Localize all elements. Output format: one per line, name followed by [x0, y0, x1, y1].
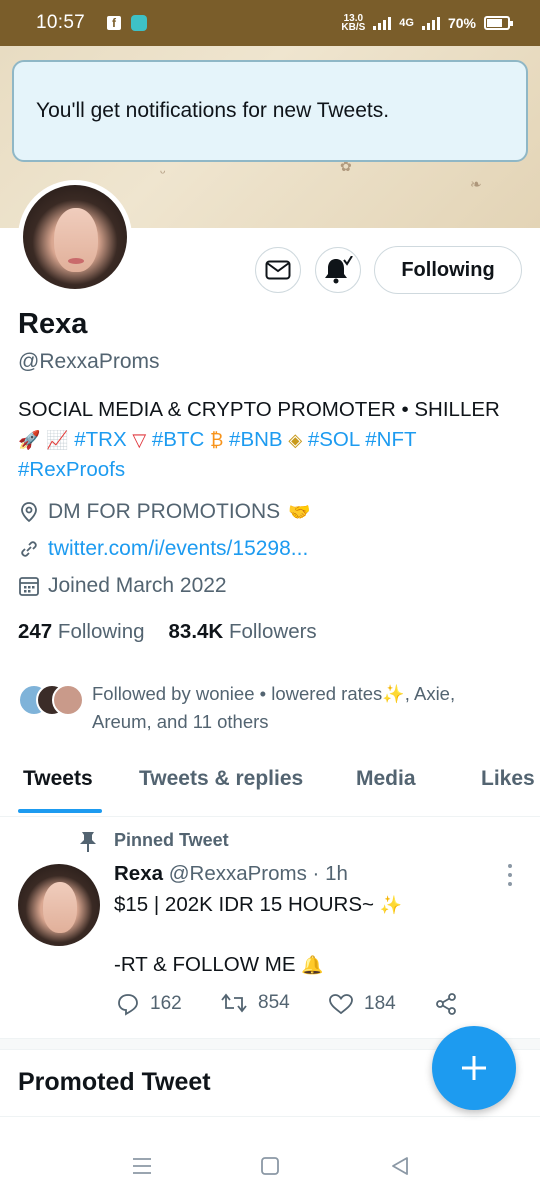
hashtag-btc[interactable]: #BTC	[152, 428, 204, 451]
active-tab-indicator	[18, 809, 102, 813]
profile-tabs: Tweets Tweets & replies Media Likes	[0, 755, 540, 817]
share-button[interactable]	[434, 992, 458, 1016]
more-options-icon[interactable]	[505, 864, 515, 886]
avatar-image	[23, 185, 127, 289]
message-button[interactable]	[255, 247, 301, 293]
hashtag-trx[interactable]: #TRX	[74, 428, 126, 451]
mail-icon	[265, 260, 291, 280]
website-row: twitter.com/i/events/15298...	[18, 537, 308, 561]
followers-count-link[interactable]: 83.4K Followers	[169, 620, 317, 644]
following-button[interactable]: Following	[374, 246, 522, 294]
system-nav-bar	[0, 1130, 540, 1200]
following-count-link[interactable]: 247 Following	[18, 620, 145, 644]
profile-bio: SOCIAL MEDIA & CRYPTO PROMOTER • SHILLER…	[18, 395, 528, 485]
reply-icon	[118, 994, 138, 1016]
chart-emoji: 📈	[46, 430, 69, 450]
pin-icon	[80, 832, 96, 852]
retweet-icon	[221, 993, 247, 1013]
handshake-emoji: 🤝	[288, 501, 311, 522]
bio-line-2: 🚀 📈 #TRX ▽ #BTC ₿ #BNB ◈ #SOL #NFT	[18, 425, 528, 455]
retweet-count: 854	[258, 992, 290, 1013]
followers-count: 83.4K	[168, 620, 224, 643]
joined-text: Joined March 2022	[48, 574, 227, 597]
reply-button[interactable]: 162	[116, 992, 182, 1016]
tweet-author-name[interactable]: Rexa	[114, 862, 163, 885]
facebook-notification-icon: f	[107, 16, 122, 30]
promoted-tweet-title: Promoted Tweet	[18, 1068, 211, 1096]
following-label: Following	[57, 620, 145, 643]
profile-avatar[interactable]	[18, 180, 132, 294]
hashtag-nft[interactable]: #NFT	[365, 428, 416, 451]
followed-by[interactable]: Followed by woniee • lowered rates✨, Axi…	[18, 680, 512, 735]
tab-likes[interactable]: Likes	[481, 767, 535, 791]
battery-percent: 70%	[447, 15, 476, 31]
like-count: 184	[364, 993, 396, 1014]
tweet-author-meta: @RexxaProms · 1h	[168, 862, 348, 885]
followers-label: Followers	[228, 620, 317, 643]
notification-toast: You'll get notifications for new Tweets.	[12, 60, 528, 162]
tab-tweets[interactable]: Tweets	[23, 767, 93, 791]
hashtag-sol[interactable]: #SOL	[308, 428, 360, 451]
like-button[interactable]: 184	[328, 992, 396, 1016]
calendar-icon	[19, 577, 39, 596]
location-icon	[21, 502, 37, 523]
sparkles-emoji: ✨	[382, 684, 405, 704]
status-bar: 10:57 f 13.0 KB/S 4G 70%	[0, 0, 540, 46]
signal-icon-2	[421, 16, 440, 30]
hashtag-rexproofs[interactable]: #RexProofs	[18, 458, 125, 481]
tweet-text-line-2: -RT & FOLLOW ME 🔔	[114, 953, 324, 976]
network-speed: 13.0 KB/S	[341, 13, 366, 33]
sparkles-emoji: ✨	[379, 895, 403, 915]
compose-icon	[462, 1056, 486, 1080]
tab-tweets-replies[interactable]: Tweets & replies	[139, 767, 303, 791]
profile-handle: @RexxaProms	[18, 350, 160, 373]
app-notification-icon	[131, 15, 148, 31]
home-nav-icon[interactable]	[258, 1154, 282, 1178]
pinned-tweet-label: Pinned Tweet	[114, 830, 229, 850]
signal-icon	[373, 16, 392, 30]
following-button-label: Following	[401, 258, 495, 281]
follow-counts: 247 Following 83.4K Followers	[18, 620, 317, 644]
bell-icon	[325, 256, 353, 284]
tweet-text-line-1: $15 | 202K IDR 15 HOURS~ ✨	[114, 893, 403, 916]
hashtag-bnb[interactable]: #BNB	[229, 428, 283, 451]
status-time: 10:57	[36, 12, 86, 33]
reply-count: 162	[150, 993, 182, 1014]
tweet-actions: 162 854 184	[114, 992, 464, 1024]
toast-message: You'll get notifications for new Tweets.	[36, 99, 390, 122]
menu-nav-icon[interactable]	[130, 1154, 154, 1178]
bnb-emoji: ◈	[288, 430, 303, 450]
compose-tweet-button[interactable]	[432, 1026, 516, 1110]
followed-by-text: Followed by woniee • lowered rates✨, Axi…	[92, 683, 456, 732]
bio-line-1: SOCIAL MEDIA & CRYPTO PROMOTER • SHILLER	[18, 398, 500, 421]
share-icon	[436, 993, 456, 1015]
network-type: 4G	[399, 17, 414, 29]
following-count: 247	[18, 620, 53, 643]
rocket-emoji: 🚀	[18, 430, 41, 450]
back-nav-icon[interactable]	[388, 1154, 412, 1178]
bitcoin-emoji: ₿	[210, 430, 224, 450]
joined-row: Joined March 2022	[18, 574, 227, 598]
bell-emoji: 🔔	[301, 955, 324, 975]
location-row: DM FOR PROMOTIONS 🤝	[18, 500, 311, 524]
tab-media[interactable]: Media	[356, 767, 416, 791]
profile-name: Rexa	[18, 308, 88, 340]
followed-by-avatars	[18, 684, 86, 720]
battery-icon	[484, 16, 513, 30]
tweet-header: Rexa @RexxaProms · 1h	[114, 862, 348, 886]
promoted-divider	[0, 1116, 540, 1117]
tron-emoji: ▽	[132, 430, 147, 450]
bio-line-3: #RexProofs	[18, 455, 528, 485]
like-icon	[329, 994, 353, 1015]
location-text: DM FOR PROMOTIONS	[48, 500, 281, 523]
tweet-author-avatar[interactable]	[18, 864, 100, 946]
website-link[interactable]: twitter.com/i/events/15298...	[48, 537, 308, 561]
link-icon	[21, 541, 37, 557]
notifications-button[interactable]	[315, 247, 361, 293]
retweet-button[interactable]: 854	[220, 992, 290, 1014]
